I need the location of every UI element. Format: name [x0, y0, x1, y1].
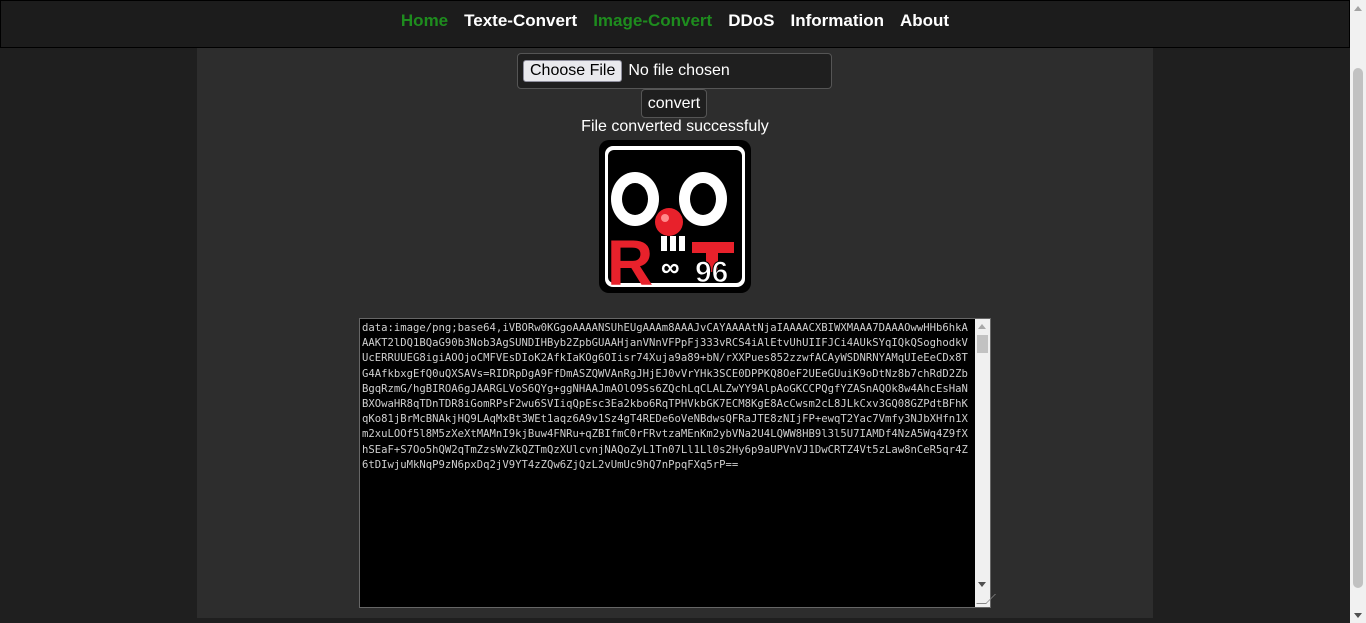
logo-number: 96 [695, 256, 728, 289]
logo-tooth [670, 236, 676, 251]
nav-home[interactable]: Home [401, 11, 448, 31]
nav-texte-convert[interactable]: Texte-Convert [464, 11, 577, 31]
textarea-scrollbar[interactable] [975, 319, 990, 607]
logo-tooth [679, 236, 685, 251]
page-scroll-thumb[interactable] [1353, 68, 1363, 588]
file-status-text: No file chosen [628, 62, 730, 79]
logo-letter-r: R [607, 227, 653, 293]
page-scrollbar[interactable] [1350, 0, 1366, 623]
nav-image-convert[interactable]: Image-Convert [593, 11, 712, 31]
top-navbar: Home Texte-Convert Image-Convert DDoS In… [0, 0, 1350, 48]
textarea-resize-handle[interactable] [975, 592, 990, 607]
logo-left-pupil [622, 183, 648, 215]
logo-tooth [661, 236, 667, 251]
choose-file-button[interactable]: Choose File [523, 60, 623, 82]
logo-infinity: ∞ [661, 252, 680, 282]
nav-ddos[interactable]: DDoS [728, 11, 774, 31]
base64-output-text[interactable]: data:image/png;base64,iVBORw0KGgoAAAANSU… [362, 321, 974, 605]
logo-nose [655, 208, 683, 236]
nav-information[interactable]: Information [791, 11, 885, 31]
textarea-scroll-down-icon[interactable] [978, 582, 986, 587]
file-input[interactable]: Choose File No file chosen [517, 53, 832, 89]
converted-image-preview: R ∞ 96 [599, 140, 751, 293]
scroll-up-icon[interactable] [1350, 0, 1366, 16]
textarea-scroll-thumb[interactable] [977, 335, 988, 353]
nav-about[interactable]: About [900, 11, 949, 31]
scroll-down-icon[interactable] [1350, 607, 1366, 623]
convert-button[interactable]: convert [641, 89, 707, 118]
logo-nose-highlight [661, 214, 669, 222]
textarea-scroll-up-icon[interactable] [978, 324, 986, 329]
base64-output-textarea[interactable]: data:image/png;base64,iVBORw0KGgoAAAANSU… [359, 318, 991, 608]
logo-right-pupil [690, 183, 716, 215]
conversion-status-message: File converted successfuly [581, 118, 769, 135]
